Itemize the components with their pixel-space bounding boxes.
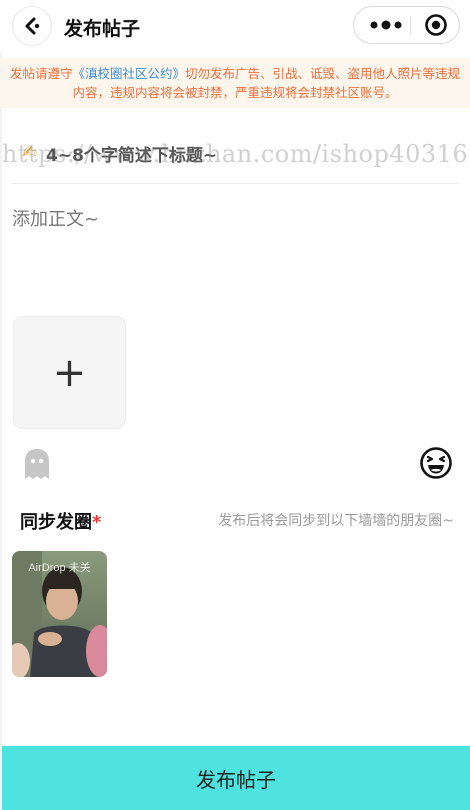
ghost-icon: [25, 449, 49, 479]
page-title: 发布帖子: [64, 18, 141, 40]
target-circle-icon: [425, 14, 447, 36]
navigation-bar: 发布帖子: [0, 0, 470, 52]
post-title-placeholder: 4~8个字简述下标题~: [46, 146, 218, 166]
page-left-edge: [0, 0, 2, 810]
publish-post-label: 发布帖子: [196, 767, 276, 792]
more-button[interactable]: [364, 7, 408, 43]
notice-text-before: 发帖请遵守: [9, 66, 73, 81]
pencil-icon: ✍: [22, 142, 38, 163]
laughing-face-icon: [420, 447, 452, 479]
sync-moments-hint: 发布后将会同步到以下墙墙的朋友圈~: [218, 513, 454, 529]
back-button[interactable]: [12, 6, 52, 46]
emoji-button[interactable]: [419, 446, 453, 480]
mini-program-capsule: [353, 6, 460, 44]
post-body-placeholder: 添加正文~: [12, 209, 100, 230]
photo-caption: AirDrop 未关: [28, 562, 91, 574]
community-rules-notice: 发帖请遵守《滇校圈社区公约》切勿发布广告、引战、诋毁、盗用他人照片等违规内容，违…: [0, 58, 470, 108]
post-title-field[interactable]: ✍ 4~8个字简述下标题~: [12, 138, 458, 184]
capsule-close-button[interactable]: [416, 7, 456, 43]
sync-moments-label: 同步发圈*: [20, 508, 101, 534]
community-rules-link[interactable]: 《滇校圈社区公约》: [72, 66, 185, 81]
more-dots-icon: [370, 20, 402, 30]
capsule-divider: [410, 16, 411, 35]
sync-moments-title: 同步发圈: [20, 512, 92, 533]
publish-post-button[interactable]: 发布帖子: [2, 746, 470, 810]
chevron-left-icon: [25, 17, 40, 35]
sync-target-avatar-card[interactable]: AirDrop 未关: [12, 551, 107, 677]
plus-icon: +: [52, 349, 87, 396]
anonymous-toggle-button[interactable]: [20, 446, 54, 482]
required-mark: *: [92, 512, 102, 533]
post-body-textarea[interactable]: 添加正文~: [12, 205, 458, 295]
add-image-button[interactable]: +: [13, 316, 126, 429]
